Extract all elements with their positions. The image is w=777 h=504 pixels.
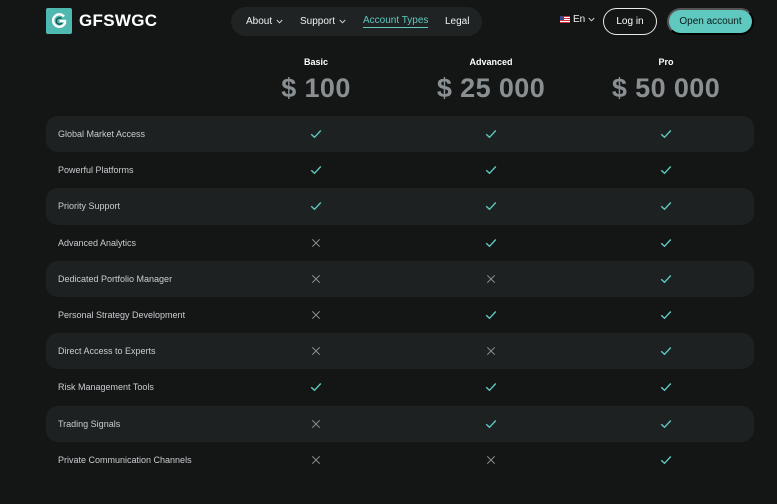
nav-item-support[interactable]: Support — [300, 7, 346, 36]
feature-name: Powerful Platforms — [58, 165, 134, 176]
plan-price: $ 100 — [281, 73, 351, 103]
check-icon — [659, 406, 673, 442]
table-row: Advanced Analytics — [46, 225, 754, 261]
feature-name: Risk Management Tools — [58, 382, 154, 393]
check-icon — [484, 406, 498, 442]
feature-name: Dedicated Portfolio Manager — [58, 273, 173, 284]
feature-name: Private Communication Channels — [58, 454, 192, 465]
plan-basic-header: Basic $ 100 — [236, 55, 396, 104]
nav-item-about[interactable]: About — [246, 7, 283, 36]
chevron-down-icon — [339, 16, 346, 27]
feature-name: Trading Signals — [58, 418, 121, 429]
plan-price: $ 25 000 — [436, 73, 546, 103]
table-row: Priority Support — [46, 188, 754, 225]
check-icon — [659, 152, 673, 188]
nav-item-label: Account Types — [363, 15, 429, 28]
feature-comparison-table: Global Market Access Powerful Platforms Pr… — [46, 116, 754, 478]
language-selector[interactable]: En — [560, 14, 595, 25]
table-row: Risk Management Tools — [46, 369, 754, 405]
site-header: GFSWGC About Support Account Types Legal… — [0, 0, 777, 44]
check-icon — [309, 116, 323, 152]
plan-name: Advanced — [469, 57, 513, 67]
us-flag-icon — [560, 16, 570, 23]
feature-name: Personal Strategy Development — [58, 310, 186, 321]
open-account-button[interactable]: Open account — [667, 8, 754, 35]
nav-item-legal[interactable]: Legal — [445, 7, 469, 36]
table-row: Global Market Access — [46, 116, 754, 153]
check-icon — [659, 369, 673, 405]
brand-name: GFSWGC — [79, 11, 158, 30]
check-icon — [309, 188, 323, 224]
cross-icon — [484, 442, 498, 478]
feature-name: Direct Access to Experts — [58, 346, 156, 357]
login-button[interactable]: Log in — [603, 8, 657, 35]
cross-icon — [309, 225, 323, 261]
cross-icon — [309, 297, 323, 333]
table-row: Powerful Platforms — [46, 152, 754, 188]
feature-name: Priority Support — [58, 201, 121, 212]
check-icon — [484, 225, 498, 261]
table-row: Private Communication Channels — [46, 442, 754, 478]
check-icon — [659, 225, 673, 261]
cross-icon — [309, 406, 323, 442]
plan-advanced-header: Advanced $ 25 000 — [411, 55, 571, 104]
check-icon — [484, 116, 498, 152]
plan-name: Basic — [303, 57, 329, 67]
table-row: Direct Access to Experts — [46, 333, 754, 370]
check-icon — [484, 297, 498, 333]
check-icon — [484, 369, 498, 405]
table-row: Trading Signals — [46, 405, 754, 442]
plan-price: $ 50 000 — [611, 73, 721, 103]
check-icon — [309, 152, 323, 188]
check-icon — [659, 442, 673, 478]
nav-item-label: Legal — [445, 16, 470, 27]
feature-name: Advanced Analytics — [58, 237, 137, 248]
plan-pro-header: Pro $ 50 000 — [586, 55, 746, 104]
nav-item-label: Support — [300, 16, 336, 27]
nav-item-label: About — [246, 16, 273, 27]
plan-name: Pro — [658, 57, 674, 67]
cross-icon — [484, 333, 498, 369]
check-icon — [659, 116, 673, 152]
cross-icon — [309, 333, 323, 369]
chevron-down-icon — [588, 14, 595, 25]
check-icon — [659, 333, 673, 369]
cross-icon — [309, 442, 323, 478]
check-icon — [659, 261, 673, 297]
check-icon — [659, 188, 673, 224]
check-icon — [484, 188, 498, 224]
chevron-down-icon — [276, 16, 283, 27]
language-label: En — [573, 14, 586, 25]
table-row: Personal Strategy Development — [46, 297, 754, 333]
check-icon — [309, 369, 323, 405]
check-icon — [484, 152, 498, 188]
brand-logo-icon — [46, 8, 72, 34]
table-row: Dedicated Portfolio Manager — [46, 260, 754, 297]
nav-item-account-types[interactable]: Account Types — [363, 7, 429, 36]
cross-icon — [309, 261, 323, 297]
feature-name: Global Market Access — [58, 129, 146, 140]
brand-logo[interactable]: GFSWGC — [46, 8, 157, 34]
cross-icon — [484, 261, 498, 297]
check-icon — [659, 297, 673, 333]
main-nav: About Support Account Types Legal — [231, 7, 482, 36]
